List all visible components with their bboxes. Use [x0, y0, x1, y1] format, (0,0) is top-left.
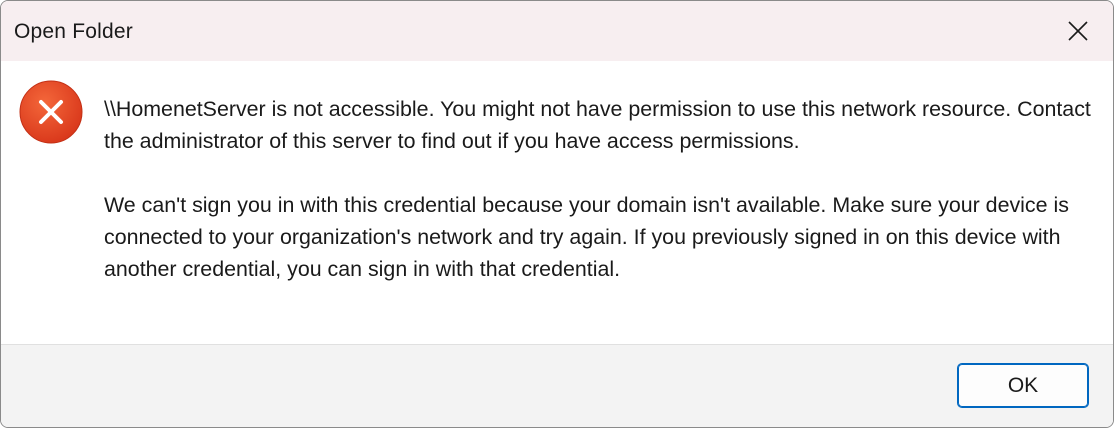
- message-paragraph-credential: We can't sign you in with this credentia…: [104, 193, 1069, 281]
- open-folder-dialog: Open Folder \\HomenetServer is not acces…: [0, 0, 1114, 428]
- close-button[interactable]: [1043, 1, 1113, 61]
- error-icon: [19, 80, 83, 144]
- dialog-content: \\HomenetServer is not accessible. You m…: [1, 61, 1113, 344]
- error-message: \\HomenetServer is not accessible. You m…: [104, 93, 1099, 285]
- close-icon: [1068, 21, 1088, 41]
- title-bar: Open Folder: [1, 1, 1113, 61]
- ok-button[interactable]: OK: [957, 363, 1089, 408]
- dialog-footer: OK: [1, 344, 1113, 427]
- message-paragraph-access: \\HomenetServer is not accessible. You m…: [104, 97, 1091, 153]
- dialog-title: Open Folder: [14, 20, 133, 43]
